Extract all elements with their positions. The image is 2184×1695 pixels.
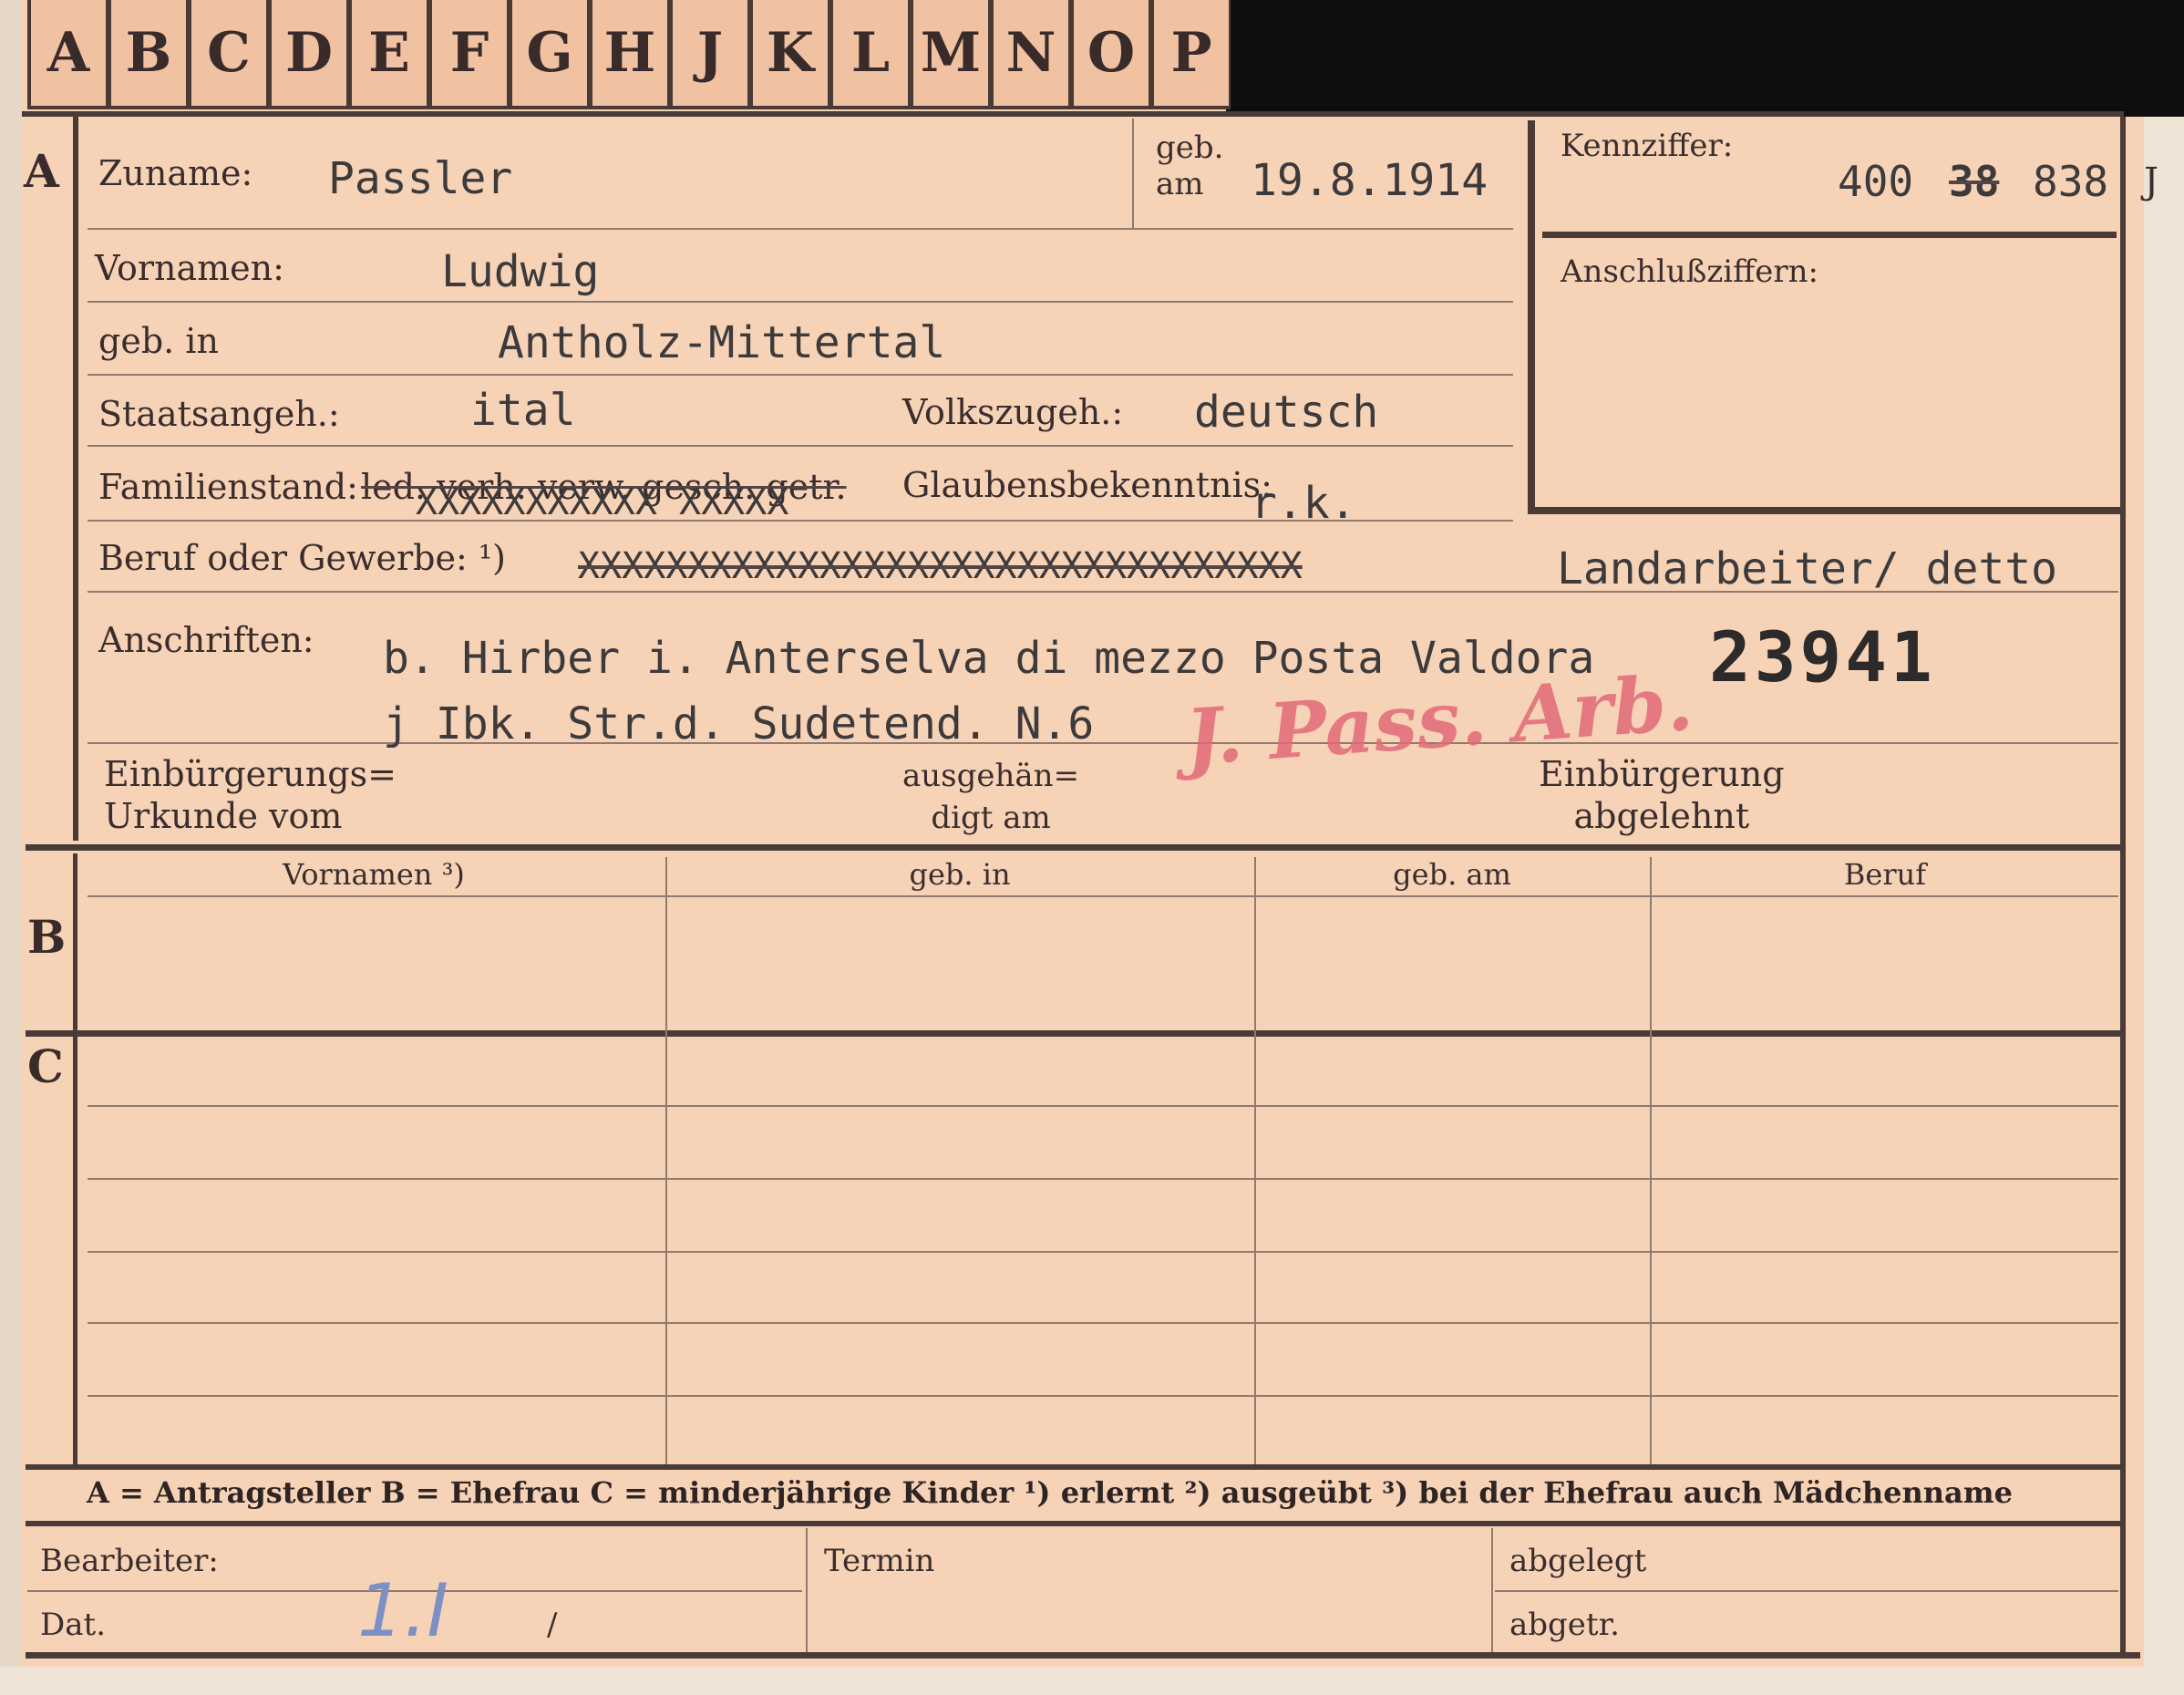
value-beruf-struck: XXXXXXXXXXXXXXXXXXXXXXXXXXXXXXXXX bbox=[578, 545, 1303, 587]
familienstand-xout: XXXXXXXXXXX XXXXX bbox=[416, 481, 789, 523]
section-c-bottom-rule bbox=[26, 1464, 2124, 1470]
line-vornamen bbox=[88, 301, 1513, 303]
value-volkszugeh: deutsch bbox=[1194, 387, 1379, 438]
col-header-geb-in: geb. in bbox=[909, 857, 1011, 892]
section-a-left-rule bbox=[73, 111, 78, 841]
footer-divider-2 bbox=[1491, 1528, 1493, 1652]
label-dat: Dat. bbox=[40, 1607, 107, 1643]
value-zuname: Passler bbox=[328, 153, 513, 204]
footer-line-right bbox=[1495, 1590, 2118, 1592]
tab-c: C bbox=[188, 0, 268, 109]
label-zuname: Zuname: bbox=[98, 153, 253, 193]
label-bearbeiter: Bearbeiter: bbox=[40, 1543, 219, 1579]
tab-o: O bbox=[1070, 0, 1150, 109]
geb-am-divider bbox=[1132, 119, 1134, 228]
section-a-letter: A bbox=[24, 144, 59, 198]
card-right-rule bbox=[2120, 117, 2126, 1658]
table-col-divider-2 bbox=[1254, 857, 1256, 1464]
col-header-beruf: Beruf bbox=[1843, 857, 1927, 892]
label-einbuergerungs-urkunde: Einbürgerungs= Urkunde vom bbox=[104, 754, 397, 836]
label-ausgehaendigt: ausgehän= digt am bbox=[902, 758, 1080, 836]
tab-e: E bbox=[348, 0, 428, 109]
label-termin: Termin bbox=[824, 1543, 935, 1579]
value-anschrift-2: j Ibk. Str.d. Sudetend. N.6 bbox=[383, 698, 1095, 749]
card-bottom-rule bbox=[26, 1652, 2140, 1659]
label-anschriften: Anschriften: bbox=[98, 620, 314, 660]
line-geb-in bbox=[88, 374, 1513, 376]
legend: A = Antragsteller B = Ehefrau C = minder… bbox=[87, 1475, 2013, 1510]
tab-g: G bbox=[509, 0, 589, 109]
legend-bottom-rule bbox=[26, 1521, 2124, 1526]
dat-slash: / bbox=[547, 1607, 558, 1643]
kennziffer-side-letter: J bbox=[2144, 160, 2159, 202]
label-anschlussziffern: Anschlußziffern: bbox=[1561, 253, 1818, 290]
tab-k: K bbox=[749, 0, 829, 109]
table-col-divider-3 bbox=[1650, 857, 1652, 1464]
line-staatsangeh bbox=[88, 445, 1513, 447]
section-c-letter: C bbox=[27, 1039, 64, 1093]
background-black-area bbox=[1226, 0, 2184, 117]
card-bottom-edge bbox=[0, 1667, 2184, 1695]
tab-j: J bbox=[669, 0, 749, 109]
tab-a: A bbox=[27, 0, 108, 109]
col-header-vornamen: Vornamen ³) bbox=[283, 857, 465, 892]
kennziffer-box-left bbox=[1528, 120, 1535, 514]
col-header-geb-am: geb. am bbox=[1393, 857, 1511, 892]
tab-b: B bbox=[108, 0, 188, 109]
table-row-line bbox=[88, 1395, 2118, 1397]
tab-l: L bbox=[829, 0, 910, 109]
label-beruf: Beruf oder Gewerbe: ¹) bbox=[98, 538, 506, 578]
tab-d: D bbox=[268, 0, 348, 109]
tab-m: M bbox=[910, 0, 990, 109]
label-einbuergerung-abgelehnt: Einbürgerung abgelehnt bbox=[1539, 754, 1785, 836]
label-geb-in: geb. in bbox=[98, 321, 219, 361]
tab-p: P bbox=[1150, 0, 1231, 109]
value-vornamen: Ludwig bbox=[441, 246, 600, 297]
label-abgelegt: abgelegt bbox=[1509, 1543, 1647, 1579]
value-geb-am: 19.8.1914 bbox=[1251, 155, 1489, 206]
tab-f: F bbox=[428, 0, 509, 109]
table-left-rule bbox=[73, 853, 77, 1466]
table-row-line bbox=[88, 1178, 2118, 1180]
value-glaubensbekenntnis: r.k. bbox=[1251, 478, 1356, 529]
label-glaubensbekenntnis: Glaubensbekenntnis: bbox=[902, 465, 1272, 505]
table-col-divider-1 bbox=[665, 857, 667, 1464]
index-card: A B C D E F G H J K L M N O P A B C Zuna… bbox=[0, 0, 2184, 1695]
section-b-bottom-rule bbox=[26, 1030, 2124, 1037]
stamp-number: 23941 bbox=[1709, 616, 1936, 698]
value-kennziffer-struck: 38 bbox=[1949, 157, 2000, 206]
card-left-edge bbox=[0, 0, 22, 1695]
label-staatsangeh: Staatsangeh.: bbox=[98, 394, 340, 434]
tab-n: N bbox=[990, 0, 1070, 109]
label-kennziffer: Kennziffer: bbox=[1561, 128, 1734, 164]
table-row-line bbox=[88, 1105, 2118, 1107]
section-b-letter: B bbox=[27, 910, 67, 964]
kennziffer-box-divider bbox=[1542, 232, 2117, 238]
card-right-edge bbox=[2144, 117, 2184, 1695]
label-volkszugeh: Volkszugeh.: bbox=[902, 392, 1124, 432]
tab-h: H bbox=[589, 0, 669, 109]
value-kennziffer-c: 838 bbox=[2033, 157, 2109, 206]
value-geb-in: Antholz-Mittertal bbox=[498, 317, 946, 368]
label-familienstand: Familienstand: bbox=[98, 467, 358, 507]
table-header-line bbox=[88, 895, 2118, 897]
value-kennziffer-a: 400 bbox=[1838, 157, 1914, 206]
table-row-line bbox=[88, 1322, 2118, 1324]
table-row-line bbox=[88, 1251, 2118, 1253]
alphabet-tabs: A B C D E F G H J K L M N O P bbox=[27, 0, 1231, 109]
footer-divider-1 bbox=[806, 1528, 808, 1652]
label-geb-am: geb. am bbox=[1156, 129, 1224, 202]
label-vornamen: Vornamen: bbox=[95, 248, 284, 288]
top-rule bbox=[22, 111, 2124, 117]
dat-handwritten-mark: 1.I bbox=[357, 1568, 448, 1653]
line-zuname bbox=[88, 228, 1513, 230]
value-staatsangeh: ital bbox=[470, 385, 576, 436]
label-abgetr: abgetr. bbox=[1509, 1607, 1620, 1643]
section-a-bottom-rule bbox=[26, 844, 2124, 851]
kennziffer-box-bottom bbox=[1528, 507, 2122, 514]
value-beruf: Landarbeiter/ detto bbox=[1557, 543, 2058, 594]
